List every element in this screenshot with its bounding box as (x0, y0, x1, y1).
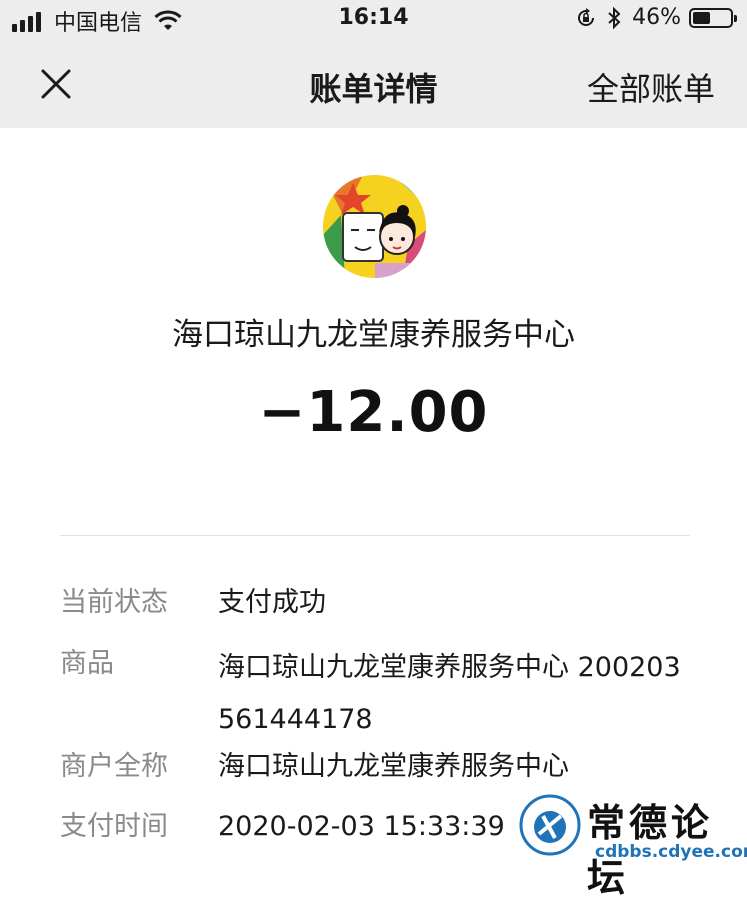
detail-label: 当前状态 (60, 587, 168, 618)
status-right: 46% (574, 5, 737, 30)
detail-label: 商户全称 (60, 751, 168, 782)
detail-value: 海口琼山九龙堂康养服务中心 (218, 751, 569, 782)
battery-icon (689, 7, 737, 28)
status-bar: 中国电信 16:14 46% (0, 0, 747, 40)
bluetooth-icon (608, 6, 621, 29)
battery-percent: 46% (632, 5, 681, 30)
detail-value: 海口琼山九龙堂康养服务中心 200203561444178 (218, 652, 681, 735)
detail-label: 商品 (60, 648, 114, 679)
forum-watermark: 常德论坛 cdbbs.cdyee.com (515, 792, 747, 900)
all-bills-link[interactable]: 全部账单 (587, 64, 715, 110)
divider (60, 535, 690, 536)
detail-label: 支付时间 (60, 811, 168, 842)
merchant-name: 海口琼山九龙堂康养服务中心 (172, 317, 575, 353)
payment-amount: −12.00 (258, 380, 489, 445)
watermark-url: cdbbs.cdyee.com (595, 842, 747, 862)
merchant-avatar (323, 175, 426, 278)
forum-logo-icon (519, 794, 581, 856)
rotation-lock-icon (578, 7, 595, 26)
nav-bar: 账单详情 全部账单 (0, 40, 747, 128)
detail-value: 支付成功 (218, 587, 326, 618)
